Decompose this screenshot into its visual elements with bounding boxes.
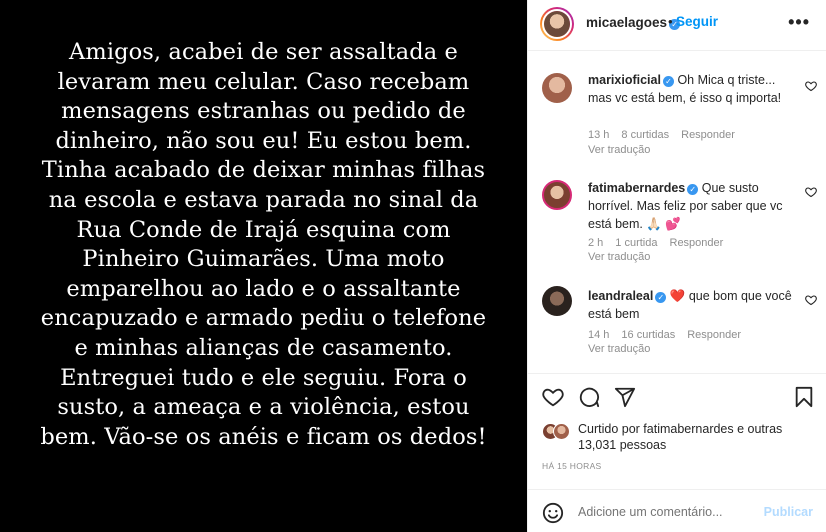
reply-button[interactable]: Responder bbox=[687, 329, 741, 341]
comment-meta: 2 h 1 curtida Responder bbox=[588, 237, 735, 249]
post-header: micaelagoes ✓ • Seguir ••• bbox=[528, 0, 826, 51]
post-text-line: Pinheiro Guimarães. Uma moto bbox=[82, 246, 445, 273]
emoji-icon[interactable] bbox=[542, 502, 564, 524]
save-bookmark-icon[interactable] bbox=[793, 386, 815, 408]
reply-button[interactable]: Responder bbox=[670, 237, 724, 249]
author-username[interactable]: micaelagoes ✓ bbox=[586, 15, 681, 30]
post-text-line: Amigos, acabei de ser assaltada e bbox=[69, 39, 458, 65]
see-translation-link[interactable]: Ver tradução bbox=[588, 144, 650, 156]
commenter-username[interactable]: leandraleal bbox=[588, 289, 653, 303]
post-text-line: bem. Vão-se os anéis e ficam os dedos! bbox=[40, 423, 487, 450]
like-comment-heart-icon[interactable] bbox=[805, 294, 817, 309]
post-text-line: emparelhou ao lado e o assaltante bbox=[66, 275, 461, 302]
post-image[interactable]: Amigos, acabei de ser assaltada e levara… bbox=[0, 0, 527, 532]
comment-meta: 13 h 8 curtidas Responder bbox=[588, 129, 747, 141]
verified-badge-icon: ✓ bbox=[655, 292, 667, 303]
comment-time[interactable]: 14 h bbox=[588, 329, 609, 341]
commenter-username[interactable]: fatimabernardes bbox=[588, 181, 685, 195]
author-avatar[interactable] bbox=[540, 7, 574, 41]
post-text-line: dinheiro, não sou eu! Eu estou bem. bbox=[55, 127, 472, 154]
commenter-username[interactable]: marixioficial bbox=[588, 73, 661, 87]
comment-time[interactable]: 13 h bbox=[588, 129, 609, 141]
like-comment-heart-icon[interactable] bbox=[805, 186, 817, 201]
add-comment-bar: Publicar bbox=[528, 489, 826, 532]
commenter-avatar[interactable] bbox=[542, 73, 572, 103]
post-side-panel: micaelagoes ✓ • Seguir ••• marixioficial ✓… bbox=[527, 0, 826, 532]
post-text-line: Entreguei tudo e ele seguiu. Fora o bbox=[60, 364, 467, 391]
post-text-line: mensagens estranhas ou pedido de bbox=[61, 98, 466, 125]
comment-likes[interactable]: 1 curtida bbox=[615, 237, 657, 249]
like-comment-heart-icon[interactable] bbox=[805, 80, 817, 95]
verified-badge-icon: ✓ bbox=[662, 76, 674, 87]
post-text-line: Rua Conde de Irajá esquina com bbox=[76, 216, 451, 243]
post-text-line: e minhas alianças de casamento. bbox=[74, 334, 453, 361]
more-options-icon[interactable]: ••• bbox=[788, 12, 810, 33]
liker-avatar bbox=[553, 423, 570, 440]
publish-button[interactable]: Publicar bbox=[764, 505, 813, 519]
comment-likes[interactable]: 16 curtidas bbox=[621, 329, 675, 341]
post-time-ago[interactable]: HÁ 15 HORAS bbox=[542, 461, 602, 471]
post-text-line: Tinha acabado de deixar minhas filhas bbox=[41, 157, 486, 184]
post-text-line: encapuzado e armado pediu o telefone bbox=[40, 305, 487, 332]
commenter-avatar[interactable] bbox=[542, 286, 572, 316]
share-send-icon[interactable] bbox=[614, 386, 636, 408]
post-text-line: levaram meu celular. Caso recebam bbox=[57, 68, 470, 95]
commenter-avatar[interactable] bbox=[542, 180, 572, 210]
like-heart-icon[interactable] bbox=[542, 386, 564, 408]
post-caption-text: Amigos, acabei de ser assaltada e levara… bbox=[0, 38, 527, 452]
follow-button[interactable]: Seguir bbox=[676, 14, 718, 29]
post-text-line: na escola e estava parada no sinal da bbox=[48, 186, 479, 213]
comment-meta: 14 h 16 curtidas Responder bbox=[588, 329, 753, 341]
likes-count-text[interactable]: Curtido por fatimabernardes e outras 13,… bbox=[578, 421, 808, 453]
post-actions-bar bbox=[528, 373, 826, 419]
comment-time[interactable]: 2 h bbox=[588, 237, 603, 249]
reply-button[interactable]: Responder bbox=[681, 129, 735, 141]
see-translation-link[interactable]: Ver tradução bbox=[588, 343, 650, 355]
comment-input[interactable] bbox=[578, 505, 748, 519]
post-text-line: susto, a ameaça e a violência, estou bbox=[57, 394, 470, 421]
see-translation-link[interactable]: Ver tradução bbox=[588, 251, 650, 263]
verified-badge-icon: ✓ bbox=[687, 184, 699, 195]
comment-likes[interactable]: 8 curtidas bbox=[621, 129, 669, 141]
header-separator: • bbox=[668, 14, 673, 29]
comment-bubble-icon[interactable] bbox=[578, 386, 600, 408]
